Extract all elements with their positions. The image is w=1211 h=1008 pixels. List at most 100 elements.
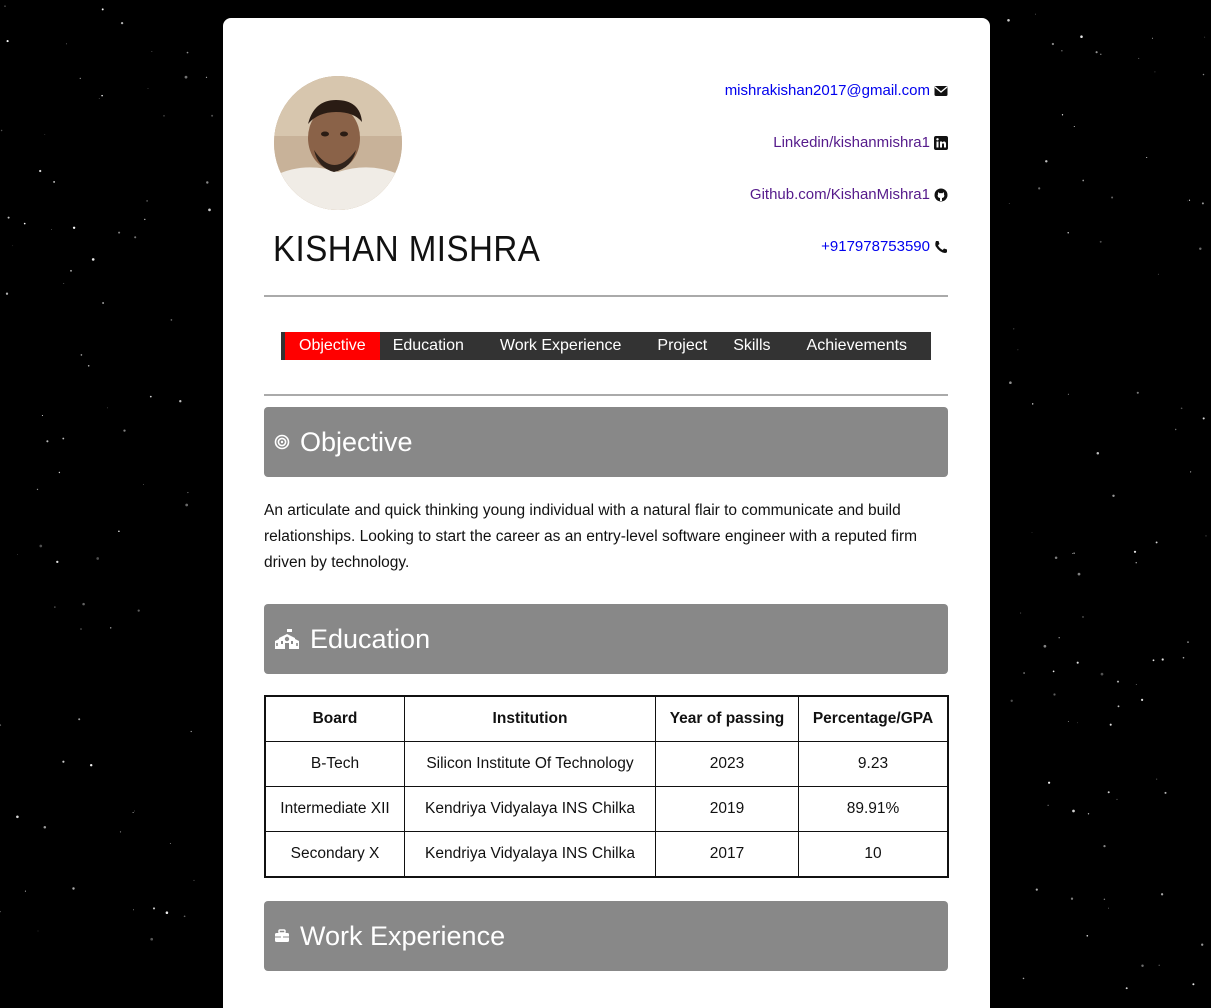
- star: [1067, 720, 1069, 723]
- star: [1103, 844, 1106, 848]
- star: [1043, 644, 1047, 648]
- cell-year: 2019: [655, 786, 799, 832]
- nav-project[interactable]: Project: [644, 332, 720, 360]
- star: [144, 218, 146, 221]
- star: [1116, 798, 1118, 800]
- star: [1080, 35, 1083, 38]
- star: [1047, 804, 1049, 806]
- star: [80, 354, 83, 356]
- star: [1155, 541, 1158, 544]
- cell-year: 2023: [655, 741, 799, 787]
- star: [39, 169, 42, 173]
- star: [1099, 240, 1102, 243]
- star: [1160, 893, 1164, 896]
- table-row: Secondary X Kendriya Vidyalaya INS Chilk…: [264, 831, 949, 878]
- star: [146, 200, 148, 202]
- star: [185, 503, 189, 507]
- star: [1086, 934, 1089, 937]
- star: [1077, 572, 1081, 576]
- star: [37, 930, 39, 932]
- star: [1067, 393, 1069, 395]
- star: [1022, 977, 1025, 980]
- star: [170, 319, 173, 321]
- star: [1190, 471, 1192, 473]
- star: [0, 724, 2, 726]
- cell-board: Intermediate XII: [264, 786, 405, 832]
- star: [1082, 616, 1084, 618]
- cell-percentage: 10: [798, 831, 949, 878]
- star: [137, 609, 140, 612]
- section-navbar: Objective Education Work Experience Proj…: [281, 332, 931, 360]
- email-link[interactable]: mishrakishan2017@gmail.com: [725, 82, 930, 99]
- star: [1135, 683, 1137, 685]
- star: [1096, 452, 1100, 455]
- star: [163, 115, 165, 117]
- star: [54, 606, 56, 608]
- star: [0, 129, 3, 132]
- star: [58, 471, 61, 474]
- star: [1188, 199, 1191, 201]
- star: [152, 907, 156, 910]
- nav-work-experience[interactable]: Work Experience: [487, 332, 635, 360]
- star: [1180, 407, 1183, 410]
- star: [187, 492, 189, 494]
- star: [1146, 156, 1148, 159]
- star: [1035, 888, 1038, 891]
- nav-objective[interactable]: Objective: [285, 332, 380, 360]
- star: [1072, 809, 1075, 813]
- star: [109, 627, 112, 629]
- star: [1154, 71, 1156, 73]
- star: [1135, 562, 1137, 564]
- contact-phone: +917978753590: [821, 238, 948, 255]
- envelope-icon: [934, 84, 948, 98]
- star: [1052, 670, 1055, 673]
- education-title: Education: [310, 623, 431, 654]
- star: [1061, 114, 1064, 116]
- star: [87, 365, 90, 367]
- star: [1038, 187, 1041, 190]
- star: [1125, 987, 1128, 990]
- star: [12, 245, 14, 247]
- nav-achievements[interactable]: Achievements: [794, 332, 921, 360]
- header-divider: [264, 295, 948, 297]
- star: [205, 76, 208, 78]
- star: [72, 226, 76, 229]
- star: [143, 484, 144, 485]
- star: [184, 75, 188, 79]
- col-board: Board: [264, 695, 405, 742]
- star: [1100, 53, 1102, 55]
- star: [1161, 658, 1164, 661]
- star: [1117, 705, 1120, 708]
- github-link[interactable]: Github.com/KishanMishra1: [750, 186, 930, 203]
- star: [1158, 964, 1160, 966]
- linkedin-link[interactable]: Linkedin/kishanmishra1: [773, 134, 930, 151]
- star: [1095, 51, 1098, 54]
- star: [16, 815, 19, 819]
- star: [1112, 494, 1115, 498]
- star: [1082, 179, 1085, 182]
- phone-icon: [934, 240, 948, 254]
- col-institution: Institution: [404, 695, 656, 742]
- star: [1164, 791, 1167, 794]
- star: [1073, 552, 1075, 554]
- star: [23, 222, 26, 225]
- star: [1013, 328, 1015, 330]
- phone-link[interactable]: +917978753590: [821, 238, 930, 255]
- school-icon: [274, 627, 300, 651]
- star: [98, 98, 100, 100]
- resume-card: KISHAN MISHRA mishrakishan2017@gmail.com…: [223, 18, 990, 1008]
- star: [150, 937, 154, 941]
- star: [63, 283, 65, 284]
- cell-institution: Silicon Institute Of Technology: [404, 741, 656, 787]
- star: [1087, 813, 1090, 815]
- star: [4, 5, 6, 7]
- nav-education[interactable]: Education: [380, 332, 477, 360]
- star: [183, 915, 186, 918]
- star: [53, 180, 56, 183]
- linkedin-icon: [934, 135, 948, 150]
- star: [1138, 57, 1140, 59]
- nav-skills[interactable]: Skills: [720, 332, 783, 360]
- star: [102, 302, 105, 304]
- objective-text: An articulate and quick thinking young i…: [264, 502, 918, 571]
- star: [211, 114, 214, 117]
